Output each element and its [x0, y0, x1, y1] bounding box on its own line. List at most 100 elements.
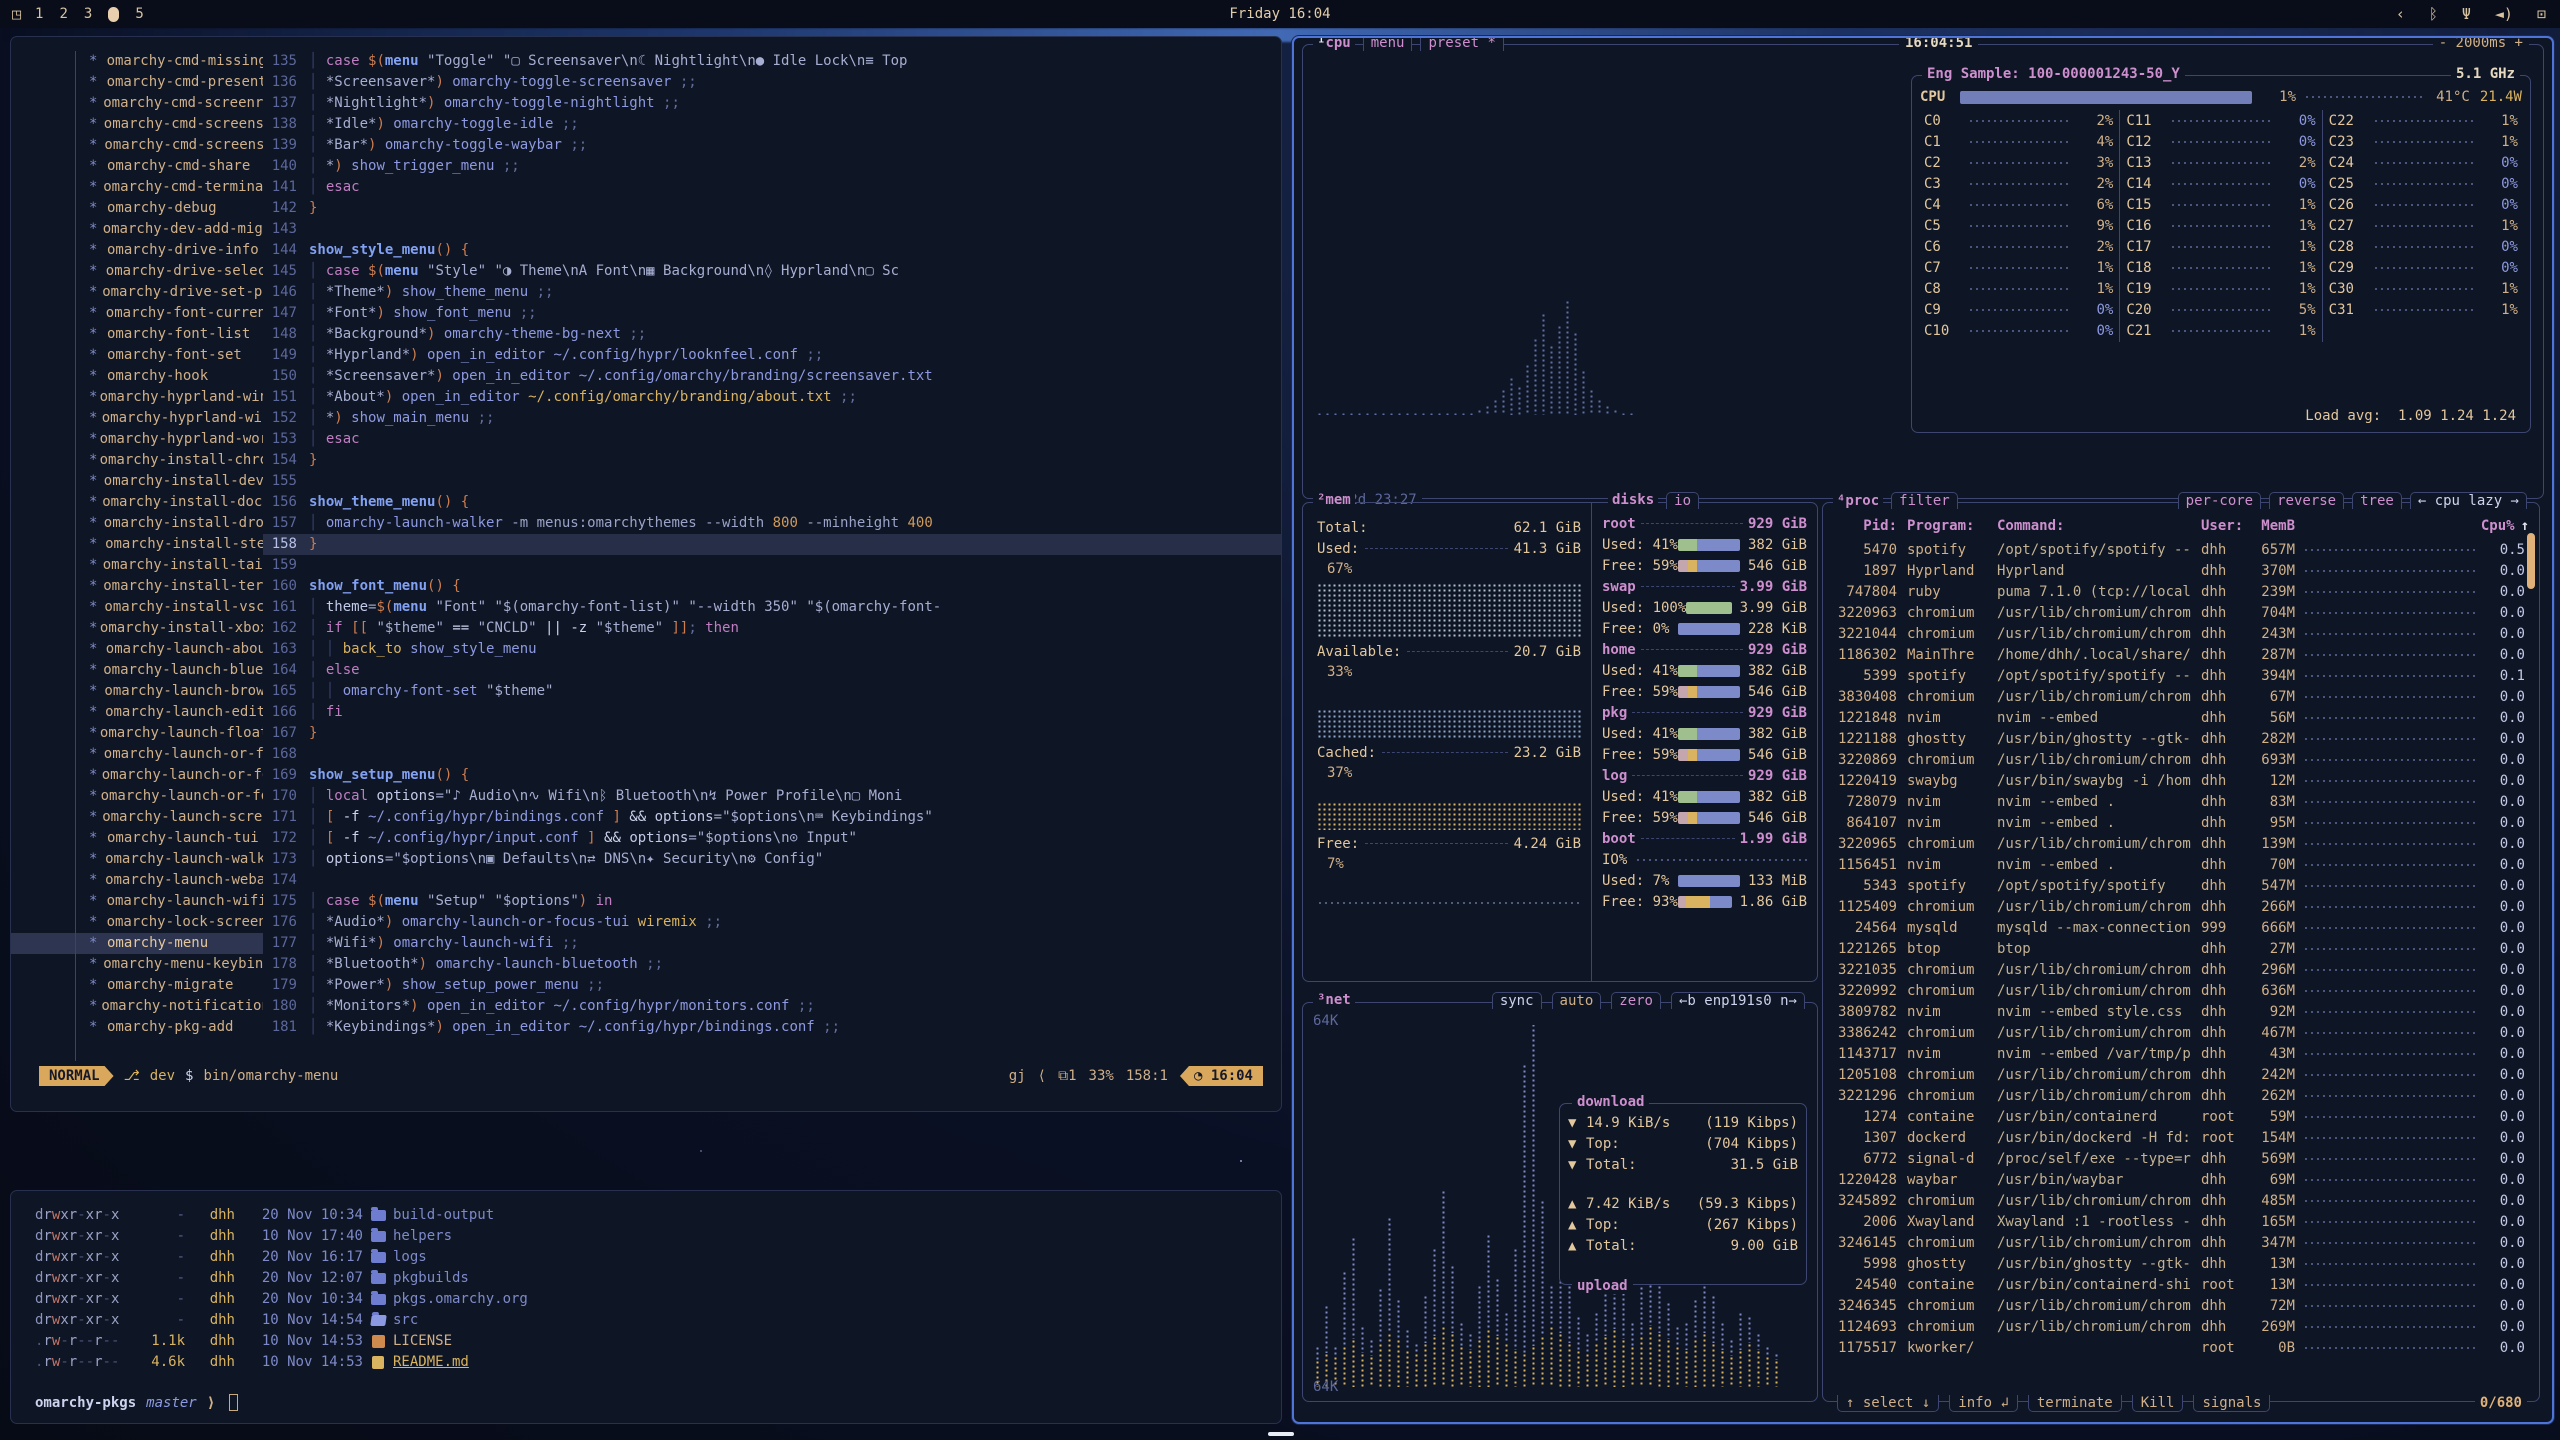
file-item[interactable]: *omarchy-launch-screensaver [11, 807, 263, 828]
proc-footer-button-1[interactable]: info ↲ [1949, 1395, 2018, 1412]
table-row[interactable]: 3220963chromium/usr/lib/chromium/chromdh… [1833, 602, 2525, 623]
table-row[interactable]: 5998ghostty/usr/bin/ghostty --gtk-dhh13M… [1833, 1253, 2525, 1274]
net-zero-button[interactable]: zero [1611, 992, 1661, 1009]
cpu-box-title[interactable]: ¹cpu [1313, 36, 1355, 51]
file-item[interactable]: *omarchy-hyprland-window-pop [11, 408, 263, 429]
file-item[interactable]: *omarchy-menu-keybindings [11, 954, 263, 975]
file-item[interactable]: *omarchy-launch-about [11, 639, 263, 660]
table-row[interactable]: 3246345chromium/usr/lib/chromium/chromdh… [1833, 1295, 2525, 1316]
chevron-left-icon[interactable]: ‹ [2396, 5, 2405, 23]
table-row[interactable]: 5470spotify/opt/spotify/spotify --dhh657… [1833, 539, 2525, 560]
proc-footer-button-2[interactable]: terminate [2028, 1395, 2122, 1412]
table-row[interactable]: 1221265btopbtopdhh27M0.0 [1833, 938, 2525, 959]
file-item[interactable]: *omarchy-launch-editor [11, 702, 263, 723]
file-item[interactable]: *omarchy-install-docker-dbs [11, 492, 263, 513]
table-row[interactable]: 3386242chromium/usr/lib/chromium/chromdh… [1833, 1022, 2525, 1043]
file-item[interactable]: *omarchy-debug [11, 198, 263, 219]
table-row[interactable]: 6772signal-d/proc/self/exe --type=rdhh56… [1833, 1148, 2525, 1169]
proc-scrollbar[interactable] [2527, 533, 2535, 589]
table-row[interactable]: 1274containe/usr/bin/containerdroot59M0.… [1833, 1106, 2525, 1127]
table-row[interactable]: 1186302MainThre/home/dhh/.local/share/dh… [1833, 644, 2525, 665]
file-item[interactable]: *omarchy-cmd-share [11, 156, 263, 177]
file-item[interactable]: *omarchy-launch-or-focus-tui [11, 765, 263, 786]
file-item[interactable]: *omarchy-drive-info [11, 240, 263, 261]
table-row[interactable]: 1221188ghostty/usr/bin/ghostty --gtk-dhh… [1833, 728, 2525, 749]
filter-button[interactable]: filter [1891, 492, 1958, 509]
file-item[interactable]: *omarchy-install-dev-env [11, 471, 263, 492]
file-item[interactable]: *omarchy-drive-select [11, 261, 263, 282]
file-explorer[interactable]: *omarchy-cmd-missing*omarchy-cmd-present… [11, 51, 263, 1061]
table-row[interactable]: 1221848nvimnvim --embeddhh56M0.0 [1833, 707, 2525, 728]
volume-icon[interactable]: ◄) [2495, 5, 2513, 23]
table-row[interactable]: 5343spotify/opt/spotify/spotifydhh547M0.… [1833, 875, 2525, 896]
file-item[interactable]: *omarchy-cmd-terminal-cwd [11, 177, 263, 198]
net-sync-button[interactable]: sync [1492, 992, 1542, 1009]
table-row[interactable]: 3809782nvimnvim --embed style.cssdhh92M0… [1833, 1001, 2525, 1022]
table-row[interactable]: 24564mysqldmysqld --max-connection999666… [1833, 917, 2525, 938]
file-item[interactable]: *omarchy-hyprland-workspace-toggle [11, 429, 263, 450]
bluetooth-icon[interactable]: ᛒ [2429, 5, 2438, 23]
file-item[interactable]: *omarchy-font-set [11, 345, 263, 366]
workspace-5[interactable]: 5 [135, 6, 143, 22]
tree-button[interactable]: tree [2352, 492, 2402, 509]
entry-name[interactable]: LICENSE [393, 1331, 452, 1352]
proc-box-title[interactable]: ⁴proc [1833, 493, 1883, 509]
entry-name[interactable]: src [393, 1310, 418, 1331]
code-buffer[interactable]: 135│ case $(menu "Toggle" "▢ Screensaver… [263, 51, 1281, 1061]
file-item[interactable]: *omarchy-launch-webapp [11, 870, 263, 891]
file-item[interactable]: *omarchy-hyprland-window-close-all [11, 387, 263, 408]
table-row[interactable]: 1156451nvimnvim --embed .dhh70M0.0 [1833, 854, 2525, 875]
table-row[interactable]: 5399spotify/opt/spotify/spotify --dhh394… [1833, 665, 2525, 686]
file-item[interactable]: *omarchy-lock-screen [11, 912, 263, 933]
file-item[interactable]: *omarchy-launch-wifi [11, 891, 263, 912]
file-item[interactable]: *omarchy-pkg-add [11, 1017, 263, 1038]
table-row[interactable]: 3221296chromium/usr/lib/chromium/chromdh… [1833, 1085, 2525, 1106]
io-tab[interactable]: io [1666, 492, 1699, 509]
table-row[interactable]: 1307dockerd/usr/bin/dockerd -H fd:root15… [1833, 1127, 2525, 1148]
file-item[interactable]: *omarchy-launch-floating-terminal [11, 723, 263, 744]
file-item[interactable]: *omarchy-font-current [11, 303, 263, 324]
file-item[interactable]: *omarchy-drive-set-password [11, 282, 263, 303]
table-row[interactable]: 3220992chromium/usr/lib/chromium/chromdh… [1833, 980, 2525, 1001]
file-item[interactable]: *omarchy-install-vscode [11, 597, 263, 618]
entry-name[interactable]: README.md [393, 1352, 469, 1373]
net-auto-button[interactable]: auto [1552, 992, 1602, 1009]
file-item[interactable]: *omarchy-cmd-screensaver [11, 114, 263, 135]
table-row[interactable]: 3221035chromium/usr/lib/chromium/chromdh… [1833, 959, 2525, 980]
file-item[interactable]: *omarchy-cmd-missing [11, 51, 263, 72]
table-row[interactable]: 1125409chromium/usr/lib/chromium/chromdh… [1833, 896, 2525, 917]
table-row[interactable]: 3220869chromium/usr/lib/chromium/chromdh… [1833, 749, 2525, 770]
table-row[interactable]: 3221044chromium/usr/lib/chromium/chromdh… [1833, 623, 2525, 644]
reverse-button[interactable]: reverse [2269, 492, 2344, 509]
update-interval[interactable]: - 2000ms + [2433, 36, 2529, 51]
table-row[interactable]: 1897HyprlandHyprlanddhh370M0.0 [1833, 560, 2525, 581]
file-item[interactable]: *omarchy-cmd-screenshot [11, 135, 263, 156]
file-item[interactable]: *omarchy-migrate [11, 975, 263, 996]
table-row[interactable]: 864107nvimnvim --embed .dhh95M0.0 [1833, 812, 2525, 833]
omarchy-logo-icon[interactable]: ◳ [12, 5, 21, 23]
per-core-button[interactable]: per-core [2178, 492, 2261, 509]
file-item[interactable]: *omarchy-install-steam [11, 534, 263, 555]
table-row[interactable]: 1143717nvimnvim --embed /var/tmp/pdhh43M… [1833, 1043, 2525, 1064]
proc-footer-button-3[interactable]: Kill [2132, 1395, 2184, 1412]
table-row[interactable]: 3830408chromium/usr/lib/chromium/chromdh… [1833, 686, 2525, 707]
table-row[interactable]: 1175517kworker/root0B0.0 [1833, 1337, 2525, 1358]
workspace-1[interactable]: 1 [35, 6, 43, 22]
file-item[interactable]: *omarchy-launch-or-focus [11, 744, 263, 765]
file-item[interactable]: *omarchy-install-chromium-google-a [11, 450, 263, 471]
proc-footer-button-4[interactable]: signals [2193, 1395, 2270, 1412]
proc-footer-button-0[interactable]: ↑ select ↓ [1837, 1395, 1939, 1412]
entry-name[interactable]: build-output [393, 1205, 494, 1226]
table-row[interactable]: 1220428waybar/usr/bin/waybardhh69M0.0 [1833, 1169, 2525, 1190]
file-item[interactable]: *omarchy-cmd-present [11, 72, 263, 93]
file-item[interactable]: *omarchy-launch-browser [11, 681, 263, 702]
table-row[interactable]: 1124693chromium/usr/lib/chromium/chromdh… [1833, 1316, 2525, 1337]
table-row[interactable]: 3245892chromium/usr/lib/chromium/chromdh… [1833, 1190, 2525, 1211]
entry-name[interactable]: logs [393, 1247, 427, 1268]
workspace-2[interactable]: 2 [59, 6, 67, 22]
file-item[interactable]: *omarchy-launch-walker [11, 849, 263, 870]
file-item[interactable]: *omarchy-launch-tui [11, 828, 263, 849]
file-item[interactable]: *omarchy-install-dropbox [11, 513, 263, 534]
preset-button[interactable]: preset * [1420, 36, 1503, 51]
proc-column-headers[interactable]: Pid: Program: Command: User: MemB Cpu% ↑ [1833, 515, 2529, 536]
